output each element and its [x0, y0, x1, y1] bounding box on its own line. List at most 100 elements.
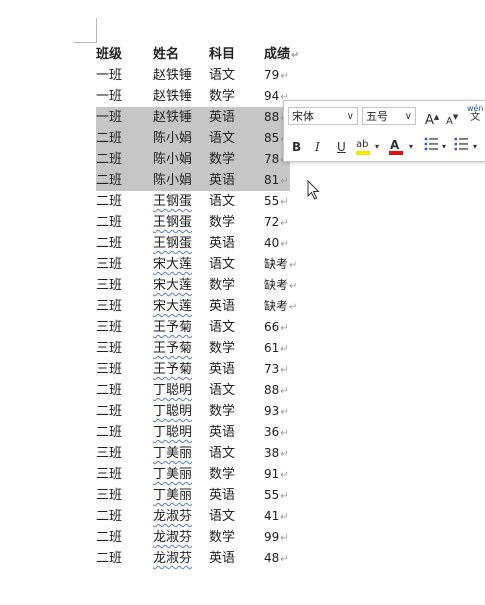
font-color-dropdown[interactable]: ▾	[409, 139, 413, 155]
cell-name: 丁美丽	[153, 446, 193, 461]
bullets-dropdown[interactable]: ▾	[442, 139, 446, 155]
numbering-icon	[454, 137, 468, 151]
cell-class: 三班	[96, 320, 123, 335]
page-corner-mark	[74, 18, 97, 43]
cell-score: 36↵	[264, 425, 289, 439]
cell-class: 三班	[96, 299, 123, 314]
cell-name: 龙淑芬	[153, 530, 193, 545]
shrink-font-icon: A	[446, 116, 453, 127]
cell-name: 王钢蛋	[153, 236, 193, 251]
cell-name: 宋大莲	[153, 278, 193, 293]
phonetic-guide-button[interactable]: wén 文	[467, 104, 484, 123]
cell-name: 王予菊	[153, 362, 193, 377]
header-name: 姓名	[153, 47, 180, 62]
cell-score: 55↵	[264, 194, 289, 208]
bullets-button[interactable]	[424, 137, 439, 156]
cell-class: 三班	[96, 446, 123, 461]
paragraph-mark-icon: ↵	[280, 365, 289, 376]
cell-class: 一班	[96, 110, 123, 125]
paragraph-mark-icon: ↵	[280, 428, 289, 439]
cell-subject: 英语	[209, 362, 236, 377]
cell-subject: 数学	[209, 278, 236, 293]
paragraph-mark-icon: ↵	[291, 50, 300, 61]
mini-toolbar: 宋体 ∨ 五号 ∨ A▲ A▼ wén 文 B I U ab ▾ A ▾ ▾ ▾	[283, 100, 485, 162]
cell-subject: 语文	[209, 257, 236, 272]
highlight-color-swatch	[356, 151, 370, 155]
cell-name: 王予菊	[153, 320, 193, 335]
header-score: 成绩↵	[264, 47, 300, 62]
numbering-dropdown[interactable]: ▾	[473, 139, 477, 155]
paragraph-mark-icon: ↵	[280, 554, 289, 565]
cell-class: 三班	[96, 278, 123, 293]
cell-subject: 数学	[209, 215, 236, 230]
cell-name: 丁聪明	[153, 404, 193, 419]
cell-class: 三班	[96, 467, 123, 482]
cell-score: 93↵	[264, 404, 289, 418]
paragraph-mark-icon: ↵	[289, 302, 298, 313]
cell-class: 二班	[96, 509, 123, 524]
cell-score: 缺考↵	[264, 278, 298, 292]
cell-name: 丁美丽	[153, 467, 193, 482]
paragraph-mark-icon: ↵	[289, 281, 298, 292]
cell-score: 61↵	[264, 341, 289, 355]
paragraph-mark-icon: ↵	[280, 218, 289, 229]
header-class: 班级	[96, 47, 123, 62]
font-size-value: 五号	[366, 110, 388, 123]
numbering-button[interactable]	[454, 137, 469, 156]
cell-subject: 语文	[209, 509, 236, 524]
cell-class: 一班	[96, 89, 123, 104]
paragraph-mark-icon: ↵	[280, 491, 289, 502]
cell-name: 赵铁锤	[153, 89, 193, 104]
cell-class: 二班	[96, 215, 123, 230]
cell-score: 38↵	[264, 446, 289, 460]
cell-score: 72↵	[264, 215, 289, 229]
cell-subject: 英语	[209, 425, 236, 440]
mouse-pointer-icon	[307, 180, 320, 200]
cell-score: 91↵	[264, 467, 289, 481]
shrink-font-button[interactable]: A▼	[446, 109, 458, 130]
bold-button[interactable]: B	[292, 139, 301, 155]
cell-class: 三班	[96, 488, 123, 503]
paragraph-mark-icon: ↵	[280, 533, 289, 544]
cell-score: 73↵	[264, 362, 289, 376]
cell-subject: 语文	[209, 131, 236, 146]
font-name-select[interactable]: 宋体 ∨	[288, 107, 358, 125]
cell-class: 二班	[96, 194, 123, 209]
font-name-value: 宋体	[292, 110, 314, 123]
cell-score: 缺考↵	[264, 257, 298, 271]
cell-class: 一班	[96, 68, 123, 83]
font-size-select[interactable]: 五号 ∨	[362, 107, 416, 125]
paragraph-mark-icon: ↵	[280, 176, 289, 187]
cell-subject: 英语	[209, 551, 236, 566]
cell-subject: 语文	[209, 383, 236, 398]
cell-class: 二班	[96, 551, 123, 566]
cell-score: 缺考↵	[264, 299, 298, 313]
bullets-icon	[424, 137, 438, 151]
paragraph-mark-icon: ↵	[280, 239, 289, 250]
cell-subject: 英语	[209, 173, 236, 188]
cell-subject: 数学	[209, 530, 236, 545]
highlight-dropdown[interactable]: ▾	[375, 139, 379, 155]
cell-score: 81↵	[264, 173, 289, 187]
underline-button[interactable]: U	[337, 139, 346, 155]
cell-subject: 数学	[209, 341, 236, 356]
cell-class: 二班	[96, 383, 123, 398]
paragraph-mark-icon: ↵	[280, 449, 289, 460]
cell-name: 王钢蛋	[153, 215, 193, 230]
cell-class: 二班	[96, 404, 123, 419]
grow-font-button[interactable]: A▲	[425, 109, 439, 129]
cell-name: 王予菊	[153, 341, 193, 356]
cell-class: 二班	[96, 425, 123, 440]
chevron-down-icon: ∨	[404, 111, 412, 122]
italic-button[interactable]: I	[315, 139, 320, 155]
paragraph-mark-icon: ↵	[280, 407, 289, 418]
cell-subject: 数学	[209, 467, 236, 482]
cell-score: 55↵	[264, 488, 289, 502]
cell-class: 三班	[96, 341, 123, 356]
cell-class: 二班	[96, 131, 123, 146]
paragraph-mark-icon: ↵	[280, 512, 289, 523]
cell-subject: 语文	[209, 320, 236, 335]
cell-score: 88↵	[264, 383, 289, 397]
cell-name: 陈小娟	[153, 131, 193, 146]
cell-score: 99↵	[264, 530, 289, 544]
